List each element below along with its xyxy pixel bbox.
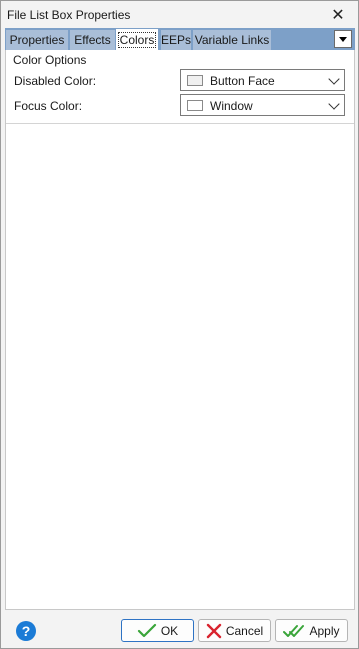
group-title: Color Options (13, 53, 87, 67)
tab-eeps-label: EEPs (161, 33, 192, 47)
color-swatch (187, 75, 203, 86)
help-icon[interactable]: ? (16, 621, 36, 641)
ok-label: OK (160, 623, 179, 638)
tab-strip: Properties Effects Colors EEPs Variable … (5, 28, 355, 50)
tab-variable-links-label: Variable Links (194, 33, 270, 47)
close-button[interactable]: ✕ (318, 1, 358, 28)
tab-variable-links[interactable]: Variable Links (193, 30, 271, 50)
checkmark-icon (137, 623, 156, 637)
tab-effects[interactable]: Effects (70, 30, 115, 50)
title-bar: File List Box Properties ✕ (1, 1, 358, 28)
focus-color-label: Focus Color: (14, 99, 83, 113)
tab-colors[interactable]: Colors (115, 28, 159, 50)
tab-eeps[interactable]: EEPs (161, 30, 191, 50)
close-icon: ✕ (331, 6, 345, 24)
apply-button[interactable]: Apply (275, 619, 348, 642)
tab-list-dropdown-button[interactable] (334, 30, 352, 48)
chevron-down-icon (328, 73, 340, 85)
focus-color-select[interactable]: Window (180, 94, 345, 116)
dropdown-arrow-icon (339, 36, 347, 42)
disabled-color-value: Button Face (210, 74, 275, 88)
double-checkmark-icon (283, 624, 305, 637)
dialog-footer: ? OK Cancel Apply (1, 610, 358, 648)
chevron-down-icon (328, 98, 340, 110)
focus-color-value: Window (210, 99, 253, 113)
tab-properties[interactable]: Properties (6, 30, 68, 50)
color-options-group: Color Options Disabled Color: Button Fac… (6, 52, 354, 124)
disabled-color-select[interactable]: Button Face (180, 69, 345, 91)
tab-colors-label: Colors (117, 31, 157, 48)
dialog-window: File List Box Properties ✕ Properties Ef… (0, 0, 359, 649)
x-mark-icon (206, 623, 222, 638)
apply-label: Apply (309, 623, 340, 638)
tab-effects-label: Effects (74, 33, 111, 47)
disabled-color-label: Disabled Color: (14, 74, 97, 88)
colors-tab-panel: Color Options Disabled Color: Button Fac… (5, 50, 355, 610)
tab-properties-label: Properties (9, 33, 65, 47)
cancel-button[interactable]: Cancel (198, 619, 271, 642)
cancel-label: Cancel (225, 623, 264, 638)
color-swatch (187, 100, 203, 111)
ok-button[interactable]: OK (121, 619, 194, 642)
window-title: File List Box Properties (7, 8, 131, 22)
